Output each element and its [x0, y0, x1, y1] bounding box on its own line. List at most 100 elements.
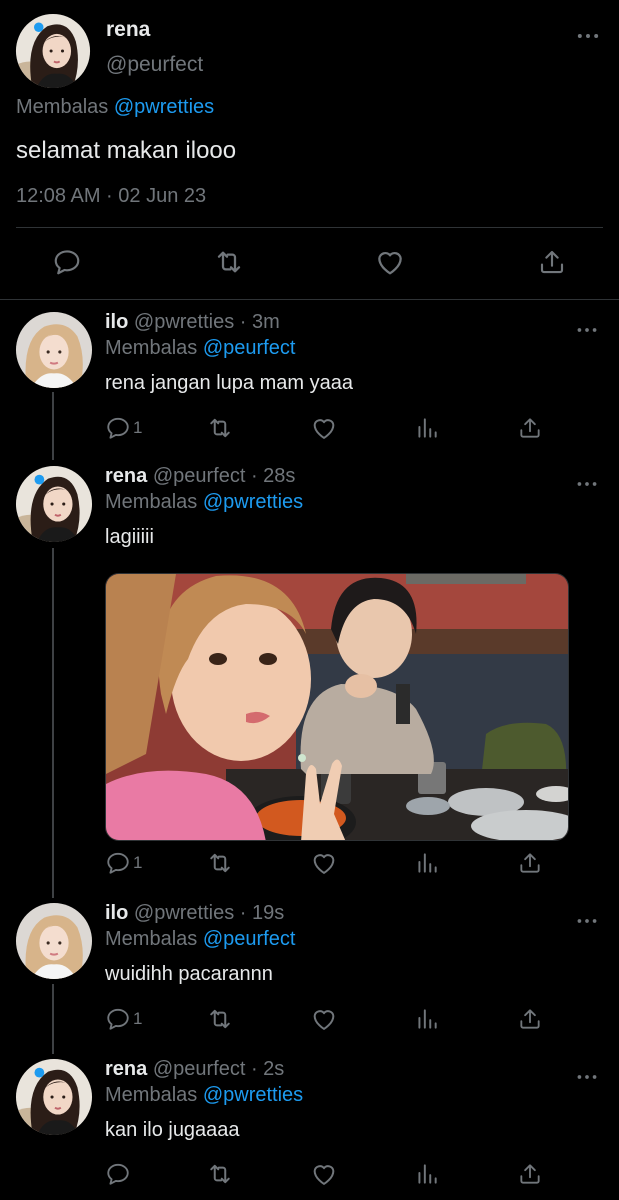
more-icon[interactable] [574, 1064, 600, 1090]
user-handle[interactable]: @pwretties · 19s [134, 902, 284, 924]
main-tweet: rena @peurfect Membalas @pwretties selam… [0, 0, 619, 300]
retweet-button[interactable] [206, 1005, 234, 1033]
avatar[interactable] [15, 311, 93, 389]
action-bar: 1 [0, 1005, 619, 1035]
display-name[interactable]: rena [106, 18, 150, 42]
action-bar: 1 [0, 414, 619, 444]
reply-count: 1 [133, 1009, 143, 1028]
tweet-header: ilo @pwretties · 3m [105, 311, 280, 334]
like-button[interactable] [374, 246, 406, 278]
retweet-button[interactable] [206, 849, 234, 877]
reply-button[interactable]: 1 [105, 849, 142, 877]
tweet-thread-page: rena @peurfect Membalas @pwretties selam… [0, 0, 619, 1200]
views-icon [414, 850, 440, 876]
replying-mention[interactable]: @pwretties [114, 96, 214, 118]
display-name[interactable]: rena [105, 465, 147, 487]
share-button[interactable] [517, 1005, 543, 1033]
like-button[interactable] [310, 1160, 338, 1188]
tweet-text: kan ilo jugaaaa [105, 1119, 240, 1141]
display-name[interactable]: ilo [105, 902, 128, 924]
avatar[interactable] [15, 13, 91, 89]
share-button[interactable] [517, 1160, 543, 1188]
replying-mention[interactable]: @peurfect [203, 928, 296, 950]
share-icon [537, 247, 567, 277]
reply-icon [105, 850, 131, 876]
avatar[interactable] [15, 465, 93, 543]
user-handle[interactable]: @peurfect · 2s [153, 1058, 284, 1080]
views-button[interactable] [414, 1005, 440, 1033]
views-button[interactable] [414, 1160, 440, 1188]
user-handle[interactable]: @peurfect [106, 53, 203, 77]
action-bar [0, 246, 619, 282]
more-icon[interactable] [574, 471, 600, 497]
share-button[interactable] [517, 414, 543, 442]
share-icon [517, 1161, 543, 1187]
reply-icon [52, 247, 82, 277]
share-button[interactable] [517, 849, 543, 877]
replying-mention[interactable]: @pwretties [203, 491, 303, 513]
replying-prefix: Membalas [105, 928, 198, 950]
retweet-button[interactable] [213, 246, 245, 278]
reply-button[interactable]: 1 [105, 1005, 142, 1033]
divider [0, 299, 619, 300]
tweet-text: lagiiiii [105, 526, 154, 548]
tweet-timestamp[interactable]: 12:08 AM · 02 Jun 23 [16, 185, 206, 208]
retweet-button[interactable] [206, 1160, 234, 1188]
retweet-icon [206, 1005, 234, 1033]
heart-icon [310, 849, 338, 877]
tweet-text: rena jangan lupa mam yaaa [105, 372, 353, 394]
replying-prefix: Membalas [105, 1084, 198, 1106]
tweet-photo[interactable] [105, 573, 569, 841]
retweet-icon [206, 849, 234, 877]
replying-mention[interactable]: @pwretties [203, 1084, 303, 1106]
like-button[interactable] [310, 1005, 338, 1033]
retweet-icon [206, 414, 234, 442]
reply-button[interactable]: 1 [105, 414, 142, 442]
heart-icon [310, 414, 338, 442]
replying-to: Membalas @peurfect [105, 337, 295, 360]
reply-icon [105, 1161, 131, 1187]
user-handle[interactable]: @pwretties · 3m [134, 311, 280, 333]
share-icon [517, 1006, 543, 1032]
replying-to: Membalas @pwretties [16, 96, 214, 119]
replying-prefix: Membalas [16, 96, 109, 118]
reply-count: 1 [133, 853, 143, 872]
replying-to: Membalas @peurfect [105, 928, 295, 951]
like-button[interactable] [310, 414, 338, 442]
reply-icon [105, 415, 131, 441]
more-icon[interactable] [574, 22, 602, 50]
replying-prefix: Membalas [105, 337, 198, 359]
avatar[interactable] [15, 902, 93, 980]
replying-mention[interactable]: @peurfect [203, 337, 296, 359]
display-name[interactable]: rena [105, 1058, 147, 1080]
user-handle[interactable]: @peurfect · 28s [153, 465, 296, 487]
divider [16, 227, 603, 228]
replying-prefix: Membalas [105, 491, 198, 513]
reply-count: 1 [133, 418, 143, 437]
replying-to: Membalas @pwretties [105, 1084, 303, 1107]
views-icon [414, 1006, 440, 1032]
avatar[interactable] [15, 1058, 93, 1136]
tweet-header: ilo @pwretties · 19s [105, 902, 284, 925]
photo-image [106, 574, 568, 840]
action-bar [0, 1160, 619, 1190]
reply-button[interactable] [105, 1160, 133, 1188]
views-button[interactable] [414, 414, 440, 442]
retweet-icon [206, 1160, 234, 1188]
tweet-header: rena @peurfect · 28s [105, 465, 295, 488]
action-bar: 1 [0, 849, 619, 879]
more-icon[interactable] [574, 317, 600, 343]
thread-line [52, 548, 54, 898]
reply-icon [105, 1006, 131, 1032]
views-icon [414, 415, 440, 441]
tweet-text: selamat makan ilooo [16, 137, 237, 164]
tweet-header: rena @peurfect · 2s [105, 1058, 284, 1081]
like-button[interactable] [310, 849, 338, 877]
more-icon[interactable] [574, 908, 600, 934]
share-icon [517, 415, 543, 441]
display-name[interactable]: ilo [105, 311, 128, 333]
retweet-button[interactable] [206, 414, 234, 442]
views-button[interactable] [414, 849, 440, 877]
share-button[interactable] [536, 246, 568, 278]
reply-button[interactable] [51, 246, 83, 278]
